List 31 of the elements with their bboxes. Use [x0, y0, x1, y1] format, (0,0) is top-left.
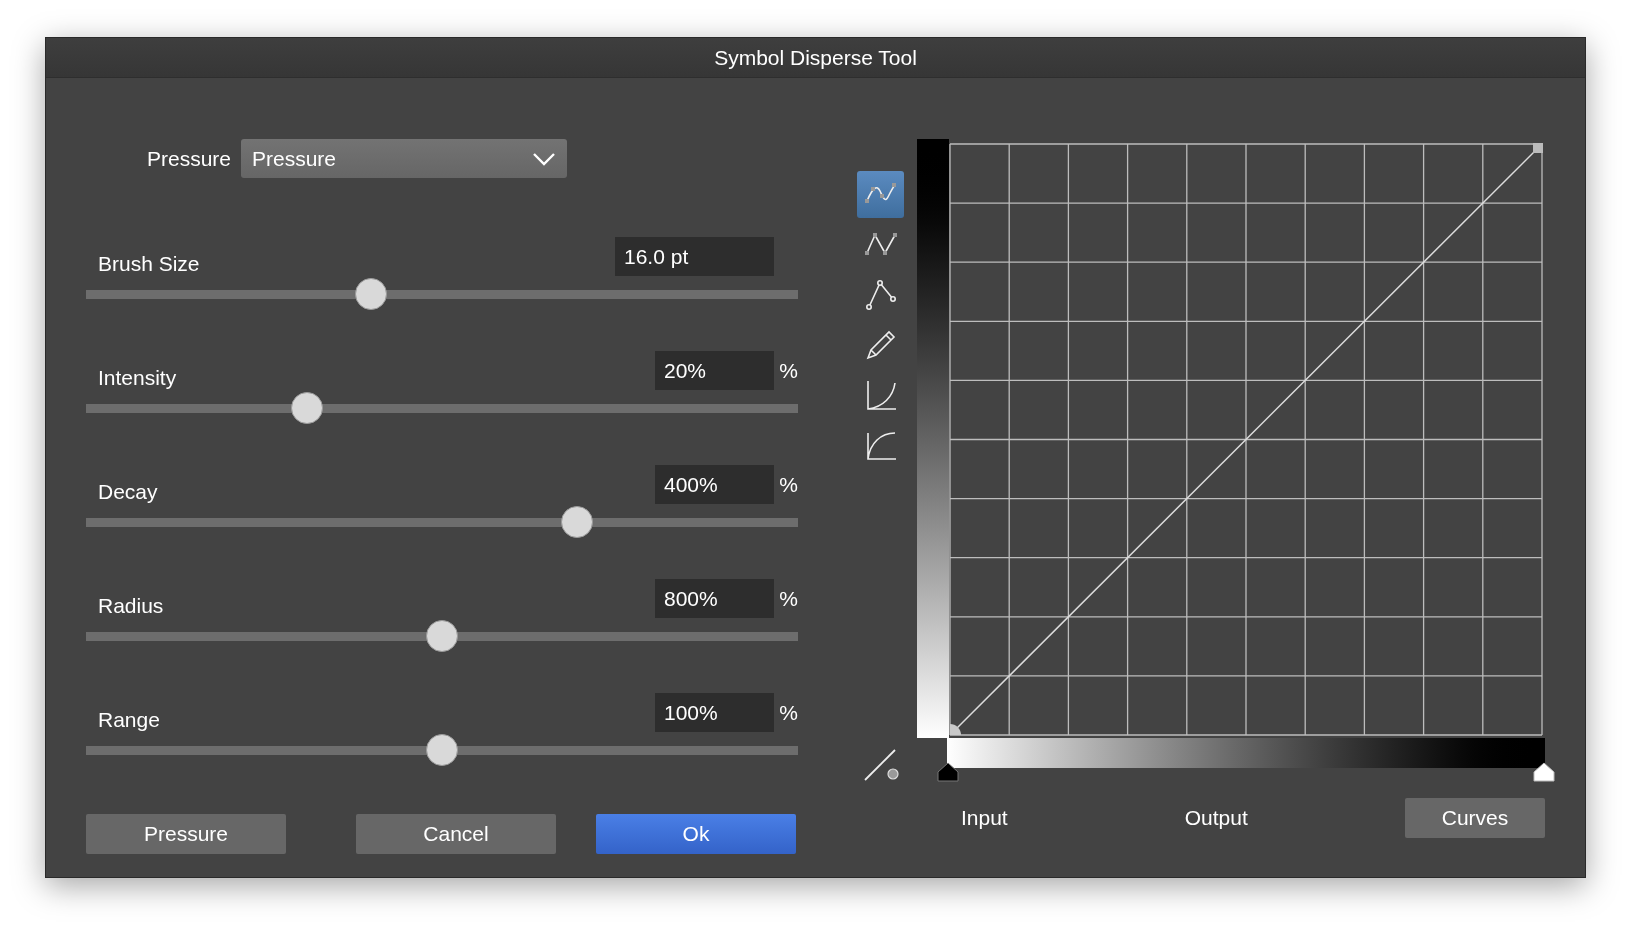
- controller-dropdown[interactable]: Pressure: [241, 139, 567, 178]
- slider-label: Radius: [97, 595, 165, 616]
- range-end-handle[interactable]: [1533, 762, 1555, 782]
- ok-button[interactable]: Ok: [596, 814, 796, 854]
- slider-thumb[interactable]: [290, 392, 323, 424]
- output-label: Output: [1184, 805, 1248, 832]
- slider-thumb[interactable]: [354, 278, 387, 310]
- slider-thumb[interactable]: [426, 620, 458, 652]
- value-field[interactable]: 800%: [655, 579, 774, 618]
- slider-label: Decay: [97, 481, 159, 502]
- window-title: Symbol Disperse Tool: [714, 44, 917, 71]
- unit-label: %: [778, 585, 798, 612]
- chevron-down-icon: [532, 151, 556, 166]
- value-field[interactable]: 16.0 pt: [615, 237, 774, 276]
- value-field[interactable]: 20%: [655, 351, 774, 390]
- slider-thumb[interactable]: [426, 734, 458, 766]
- value-field[interactable]: 400%: [655, 465, 774, 504]
- unit-label: %: [778, 357, 798, 384]
- range-start-handle[interactable]: [937, 762, 959, 782]
- dialog-button[interactable]: Cancel: [356, 814, 556, 854]
- slider-label: Intensity: [97, 367, 178, 388]
- unit-label: %: [778, 471, 798, 498]
- unit-label: %: [778, 699, 798, 726]
- curves-button[interactable]: Curves: [1405, 798, 1545, 838]
- slider-label: Brush Size: [97, 253, 201, 274]
- slider-label: Range: [97, 709, 161, 730]
- dialog-button[interactable]: Pressure: [86, 814, 286, 854]
- controller-label: Pressure: [145, 145, 232, 172]
- input-label: Input: [961, 805, 1008, 832]
- slider-thumb[interactable]: [561, 506, 594, 538]
- value-field[interactable]: 100%: [655, 693, 774, 732]
